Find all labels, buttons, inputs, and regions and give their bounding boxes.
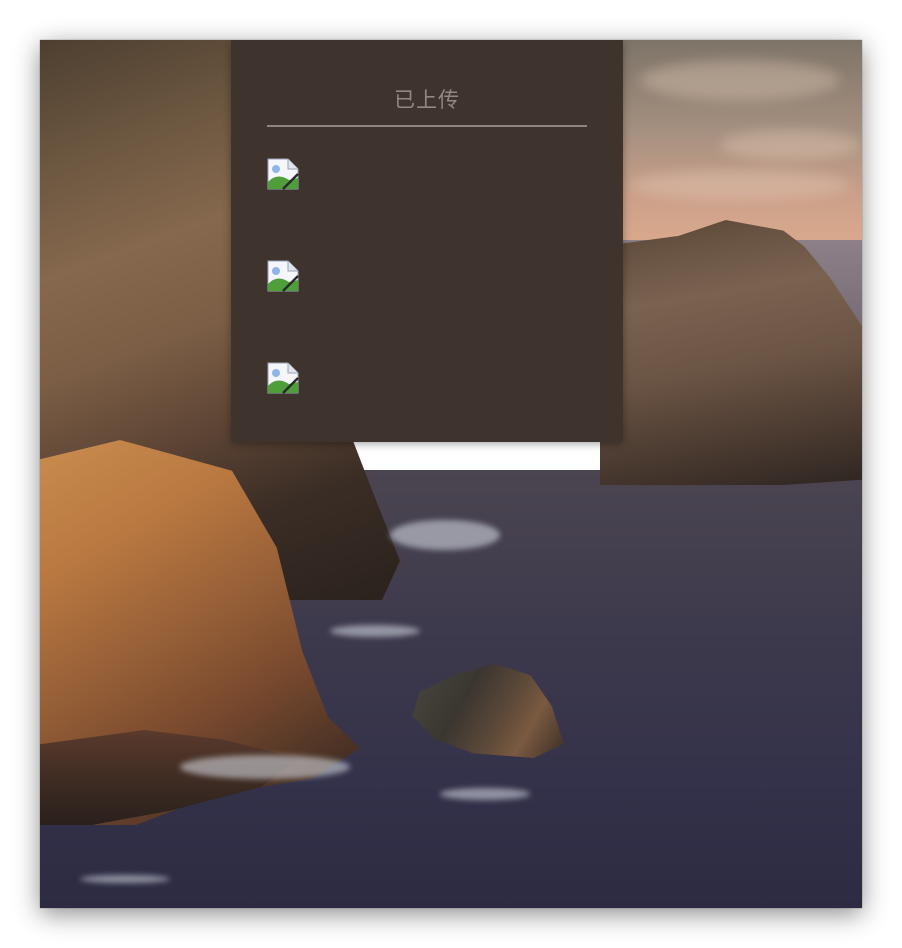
broken-image-icon [267, 362, 299, 394]
broken-image-icon [267, 158, 299, 190]
wallpaper-foam [180, 755, 350, 779]
uploaded-image-item[interactable] [267, 362, 299, 394]
wallpaper-cloud [640, 60, 840, 100]
panel-title: 已上传 [394, 88, 460, 112]
panel-divider [267, 125, 587, 127]
uploaded-image-item[interactable] [267, 260, 299, 292]
wallpaper-cloud [630, 170, 850, 200]
wallpaper-cloud [720, 130, 860, 160]
uploaded-image-item[interactable] [267, 158, 299, 190]
wallpaper-foam [440, 788, 530, 800]
wallpaper-foam [390, 520, 500, 550]
wallpaper-foam [80, 875, 170, 883]
wallpaper-foam [330, 625, 420, 637]
broken-image-icon [267, 260, 299, 292]
uploaded-panel: 已上传 [231, 40, 623, 442]
app-window: 已上传 [40, 40, 862, 908]
